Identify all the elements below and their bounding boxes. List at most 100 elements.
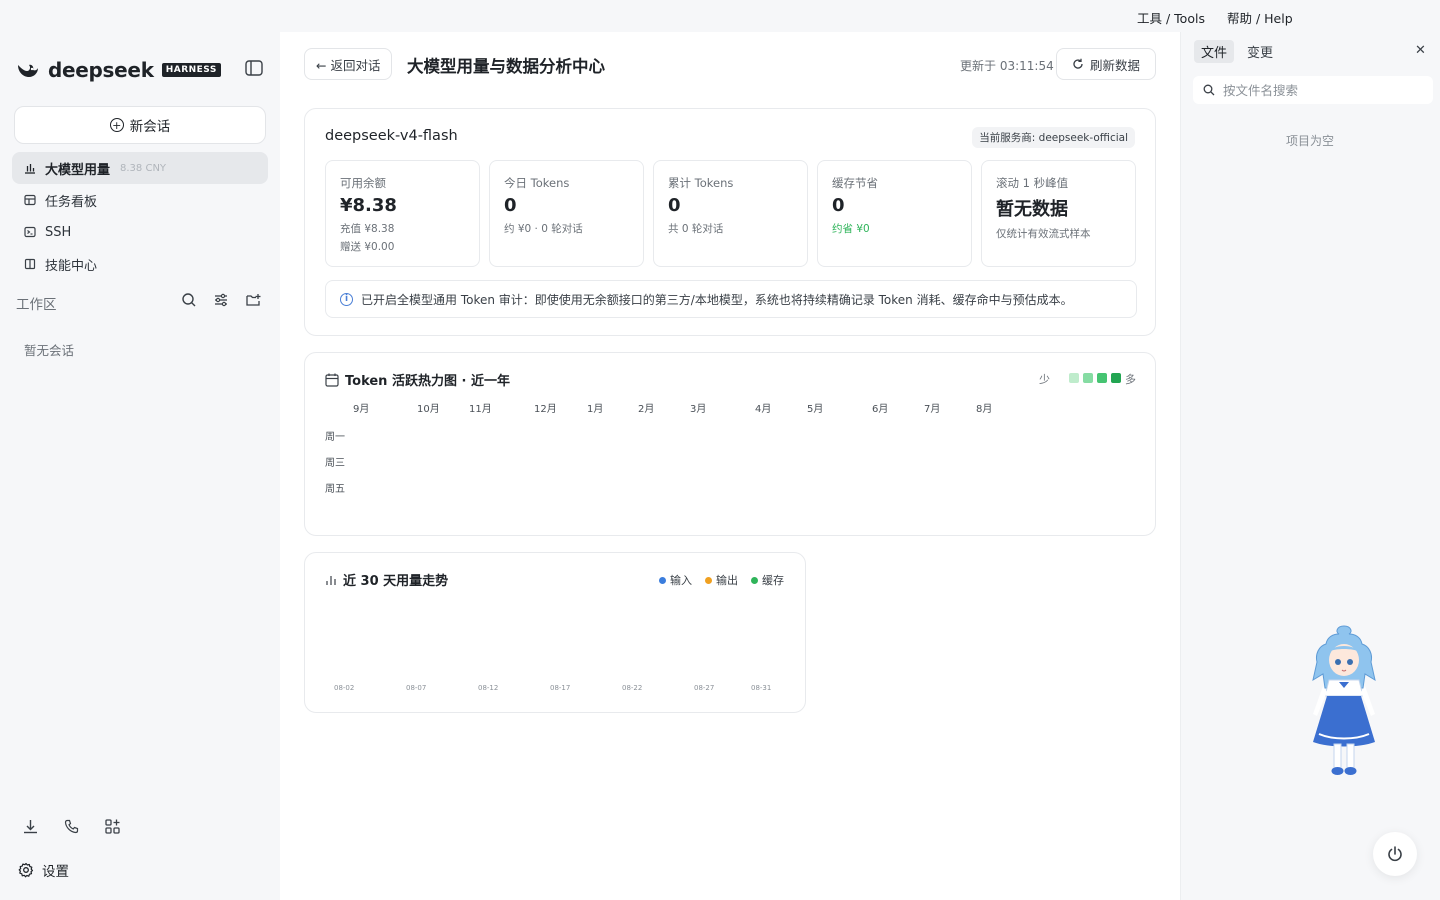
stat-label: 滚动 1 秒峰值: [996, 176, 1069, 190]
x-tick-label: 08-07: [406, 684, 427, 692]
sidebar-item-label: 大模型用量: [45, 162, 111, 178]
refresh-button[interactable]: 刷新数据: [1056, 48, 1156, 80]
legend-dot: [705, 576, 712, 584]
stat-detail: 约省 ¥0: [832, 223, 870, 235]
audit-notice: i 已开启全模型通用 Token 审计：即使使用无余额接口的第三方/本地模型，系…: [325, 280, 1137, 318]
weekday-label: 周一: [325, 432, 345, 443]
provider-badge: 当前服务商: deepseek-official: [972, 127, 1135, 148]
workspace-actions: [181, 292, 261, 308]
trend-title: 近 30 天用量走势: [325, 570, 448, 589]
menu-help[interactable]: 帮助 / Help: [1227, 8, 1293, 27]
month-label: 10月: [417, 404, 440, 415]
page-title: 大模型用量与数据分析中心: [407, 57, 605, 76]
stat-value: 0: [504, 195, 517, 216]
legend-label: 输入: [670, 574, 692, 587]
sidebar: deepseek HARNESS + 新会话 大模型用量 8.38 CNY 任务…: [0, 32, 280, 900]
file-search-box: [1193, 76, 1433, 104]
plus-circle-icon: +: [109, 118, 124, 132]
legend-cache: 缓存: [751, 572, 784, 588]
stat-detail: 赠送 ¥0.00: [340, 241, 395, 253]
legend-dot: [751, 576, 758, 584]
x-tick-label: 08-17: [550, 684, 571, 692]
x-tick-label: 08-02: [334, 684, 355, 692]
stat-label: 缓存节省: [832, 176, 878, 190]
tab-files[interactable]: 文件: [1194, 40, 1235, 63]
phone-icon[interactable]: [63, 818, 80, 835]
file-panel: 文件 变更 ✕ 项目为空: [1180, 32, 1440, 900]
refresh-icon: [1073, 58, 1083, 69]
month-label: 4月: [755, 404, 772, 415]
book-icon: [24, 258, 36, 270]
apps-grid-icon[interactable]: [104, 818, 121, 835]
new-chat-button[interactable]: + 新会话: [14, 106, 266, 144]
legend-swatch: [1111, 373, 1121, 383]
legend-label: 缓存: [762, 574, 784, 587]
workspace-label: 工作区: [16, 297, 57, 313]
logo-text: deepseek: [48, 58, 154, 82]
heatmap-title: Token 活跃热力图 · 近一年: [325, 370, 510, 389]
weekday-label: 周五: [325, 484, 345, 495]
legend-more: 多: [1125, 373, 1136, 386]
month-label: 5月: [807, 404, 824, 415]
legend-output: 输出: [705, 572, 738, 588]
empty-sessions-text: 暂无会话: [24, 343, 75, 358]
legend-swatch: [1097, 373, 1107, 383]
weekday-label: 周三: [325, 458, 345, 469]
x-tick-label: 08-12: [478, 684, 499, 692]
legend-dot: [659, 576, 666, 584]
power-button[interactable]: [1373, 832, 1417, 876]
sidebar-item-tasks[interactable]: 任务看板: [12, 184, 268, 216]
stat-total-tokens: 累计 Tokens 0 共 0 轮对话: [653, 160, 808, 267]
sidebar-item-label: 技能中心: [45, 258, 98, 274]
heatmap-title-text: Token 活跃热力图 · 近一年: [345, 374, 510, 389]
sidebar-item-skills[interactable]: 技能中心: [12, 248, 268, 280]
sidebar-toggle-icon[interactable]: [245, 60, 263, 76]
mascot-character-image[interactable]: [1299, 622, 1389, 782]
model-name: deepseek-v4-flash: [325, 128, 458, 144]
back-to-chat-button[interactable]: ← 返回对话: [304, 48, 393, 80]
month-label: 9月: [353, 404, 370, 415]
logo-badge: HARNESS: [161, 63, 221, 77]
sidebar-item-label: SSH: [45, 224, 72, 240]
month-label: 12月: [534, 404, 557, 415]
sidebar-item-usage[interactable]: 大模型用量 8.38 CNY: [12, 152, 268, 184]
stat-value: 0: [668, 195, 681, 216]
stat-label: 累计 Tokens: [668, 176, 734, 190]
legend-less: 少: [1039, 373, 1050, 386]
settings-button[interactable]: 设置: [18, 860, 69, 880]
search-icon[interactable]: [181, 292, 197, 308]
tab-changes[interactable]: 变更: [1240, 40, 1280, 63]
kanban-icon: [24, 194, 36, 206]
updated-timestamp: 更新于 03:11:54: [960, 59, 1054, 73]
x-tick-label: 08-31: [751, 684, 772, 692]
bar-chart-icon: [25, 164, 35, 174]
file-search-input[interactable]: [1223, 82, 1423, 98]
legend-swatch: [1069, 373, 1079, 383]
heatmap-card: Token 活跃热力图 · 近一年 少 多 9月 10月 11月 12月 1月 …: [304, 352, 1156, 536]
stat-balance: 可用余额 ¥8.38 充值 ¥8.38 赠送 ¥0.00: [325, 160, 480, 267]
empty-project-text: 项目为空: [1285, 134, 1334, 148]
x-tick-label: 08-22: [622, 684, 643, 692]
stat-peak-rate: 滚动 1 秒峰值 暂无数据 仅统计有效流式样本: [981, 160, 1136, 267]
bar-chart-icon: [326, 575, 336, 585]
stat-label: 可用余额: [340, 176, 386, 190]
download-icon[interactable]: [22, 818, 39, 835]
audit-notice-text: 已开启全模型通用 Token 审计：即使使用无余额接口的第三方/本地模型，系统也…: [361, 292, 1073, 307]
power-icon: [1388, 846, 1402, 862]
legend-label: 输出: [716, 574, 738, 587]
new-folder-icon[interactable]: [245, 292, 261, 308]
filter-sliders-icon[interactable]: [213, 292, 229, 308]
legend-input: 输入: [659, 572, 692, 588]
month-label: 7月: [924, 404, 941, 415]
month-label: 6月: [872, 404, 889, 415]
stat-label: 今日 Tokens: [504, 176, 570, 190]
x-tick-label: 08-27: [694, 684, 715, 692]
sidebar-item-ssh[interactable]: SSH: [12, 216, 268, 248]
stat-value: ¥8.38: [340, 195, 397, 216]
new-chat-label: 新会话: [129, 119, 171, 135]
close-icon[interactable]: ✕: [1415, 43, 1426, 58]
overview-card: deepseek-v4-flash 当前服务商: deepseek-offici…: [304, 108, 1156, 336]
sidebar-item-label: 任务看板: [45, 194, 98, 210]
stat-detail: 仅统计有效流式样本: [996, 228, 1091, 240]
menu-tools[interactable]: 工具 / Tools: [1137, 8, 1205, 27]
